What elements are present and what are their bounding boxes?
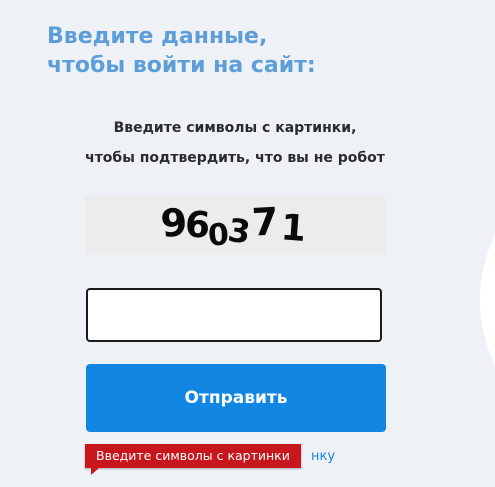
- captcha-instructions-line-1: Введите символы с картинки,: [113, 120, 357, 136]
- captcha-char: 3: [225, 211, 252, 252]
- captcha-instructions: Введите символы с картинки, чтобы подтве…: [0, 113, 470, 173]
- captcha-input[interactable]: [86, 288, 382, 342]
- page-title: Введите данные, чтобы войти на сайт:: [47, 22, 316, 80]
- captcha-image-svg: 9 6 0 3 7 1: [159, 199, 308, 253]
- page-title-line-2: чтобы войти на сайт:: [47, 53, 316, 78]
- decorative-circle: [480, 150, 495, 450]
- error-message: Введите символы с картинки: [96, 448, 290, 463]
- refresh-captcha-link-label[interactable]: нку: [311, 449, 335, 464]
- error-tooltip: Введите символы с картинки: [85, 444, 301, 475]
- login-page: Введите данные, чтобы войти на сайт: Вве…: [0, 0, 495, 487]
- submit-button[interactable]: Отправить: [86, 364, 386, 432]
- page-title-line-1: Введите данные,: [47, 24, 268, 49]
- tooltip-arrow: [91, 468, 99, 475]
- captcha-instructions-line-2: чтобы подтвердить, что вы не робот: [85, 150, 385, 166]
- captcha-image: 9 6 0 3 7 1: [85, 195, 385, 255]
- captcha-char: 7: [251, 199, 280, 244]
- captcha-char: 1: [279, 207, 307, 250]
